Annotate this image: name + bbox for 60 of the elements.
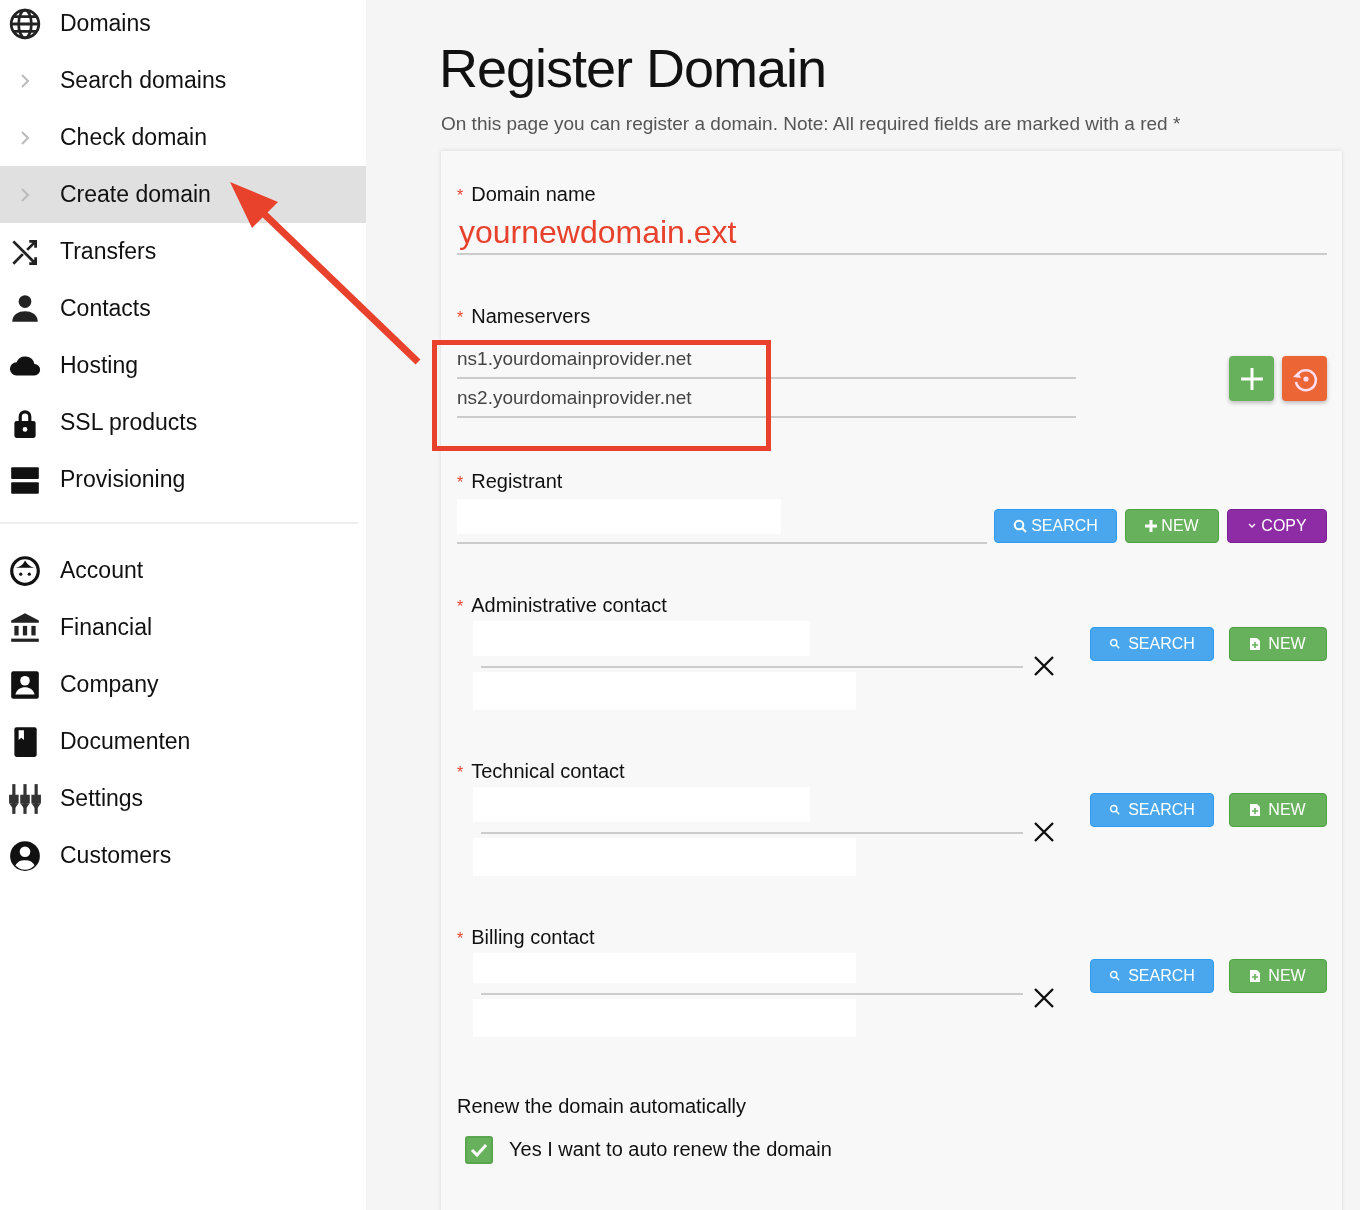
chevron-right-icon bbox=[20, 186, 30, 203]
page-title: Register Domain bbox=[439, 37, 828, 100]
field-label: Billing contact bbox=[471, 925, 595, 949]
intro-text: On this page you can register a domain. Note: All required fields are marked with a red * bbox=[441, 112, 1182, 135]
close-icon[interactable] bbox=[1033, 986, 1055, 1009]
checkbox-label: Yes I want to auto renew the domain bbox=[509, 1138, 832, 1162]
required-mark: * bbox=[457, 473, 464, 492]
user-circle-icon bbox=[8, 838, 42, 873]
field-label: Nameservers bbox=[471, 304, 591, 328]
sidebar-item[interactable]: Customers bbox=[0, 827, 366, 884]
close-icon[interactable] bbox=[1033, 820, 1055, 843]
globe-icon bbox=[8, 6, 42, 41]
sidebar-item[interactable]: Check domain bbox=[0, 109, 366, 166]
sidebar-item[interactable]: Domains bbox=[0, 0, 366, 52]
sidebar-item[interactable]: Account bbox=[0, 542, 366, 599]
sidebar-item[interactable]: Contacts bbox=[0, 280, 366, 337]
search-icon bbox=[1109, 638, 1121, 650]
domain-name-field[interactable]: yournewdomain.ext bbox=[457, 205, 1327, 255]
sliders-icon bbox=[8, 781, 42, 816]
nameserver-field[interactable]: ns2.yourdomainprovider.net bbox=[457, 378, 1076, 418]
sidebar-item[interactable]: Hosting bbox=[0, 337, 366, 394]
field-label: Technical contact bbox=[471, 759, 625, 783]
file-plus-icon bbox=[1250, 969, 1261, 982]
face-icon bbox=[8, 553, 42, 588]
field-label: Domain name bbox=[471, 182, 596, 206]
plus-icon bbox=[1238, 365, 1265, 392]
file-plus-icon bbox=[1250, 803, 1261, 816]
sidebar-item[interactable]: Transfers bbox=[0, 223, 366, 280]
sidebar-item[interactable]: Create domain bbox=[0, 166, 366, 223]
registrant-field[interactable] bbox=[457, 498, 987, 544]
sidebar-item[interactable]: Settings bbox=[0, 770, 366, 827]
chevron-right-icon bbox=[20, 72, 30, 89]
search-icon bbox=[1013, 518, 1028, 533]
sidebar-item[interactable]: Company bbox=[0, 656, 366, 713]
chevron-down-icon bbox=[1247, 521, 1258, 530]
file-plus-icon bbox=[1250, 637, 1261, 650]
sidebar-item[interactable]: Search domains bbox=[0, 52, 366, 109]
required-mark: * bbox=[457, 597, 464, 616]
reset-button[interactable] bbox=[1282, 356, 1327, 402]
field-label: Administrative contact bbox=[471, 593, 667, 617]
checkbox[interactable] bbox=[465, 1135, 493, 1164]
required-mark: * bbox=[457, 308, 464, 327]
nameserver-field[interactable]: ns1.yourdomainprovider.net bbox=[457, 339, 1076, 379]
search-icon bbox=[1109, 970, 1121, 982]
bank-icon bbox=[8, 610, 42, 645]
required-mark: * bbox=[457, 186, 464, 205]
plus-icon bbox=[1145, 519, 1158, 532]
sidebar-item[interactable]: Financial bbox=[0, 599, 366, 656]
section-heading: Renew the domain automatically bbox=[457, 1094, 748, 1118]
required-mark: * bbox=[457, 929, 464, 948]
field-label: Registrant bbox=[471, 469, 563, 493]
sidebar-item[interactable]: Provisioning bbox=[0, 451, 366, 508]
sidebar-item[interactable]: Documenten bbox=[0, 713, 366, 770]
chevron-right-icon bbox=[20, 129, 30, 146]
add-button[interactable] bbox=[1229, 356, 1274, 402]
search-icon bbox=[1109, 804, 1121, 816]
sidebar-item[interactable]: SSL products bbox=[0, 394, 366, 451]
copy-button[interactable]: COPY bbox=[1227, 508, 1327, 543]
required-mark: * bbox=[457, 763, 464, 782]
close-icon[interactable] bbox=[1033, 654, 1055, 677]
